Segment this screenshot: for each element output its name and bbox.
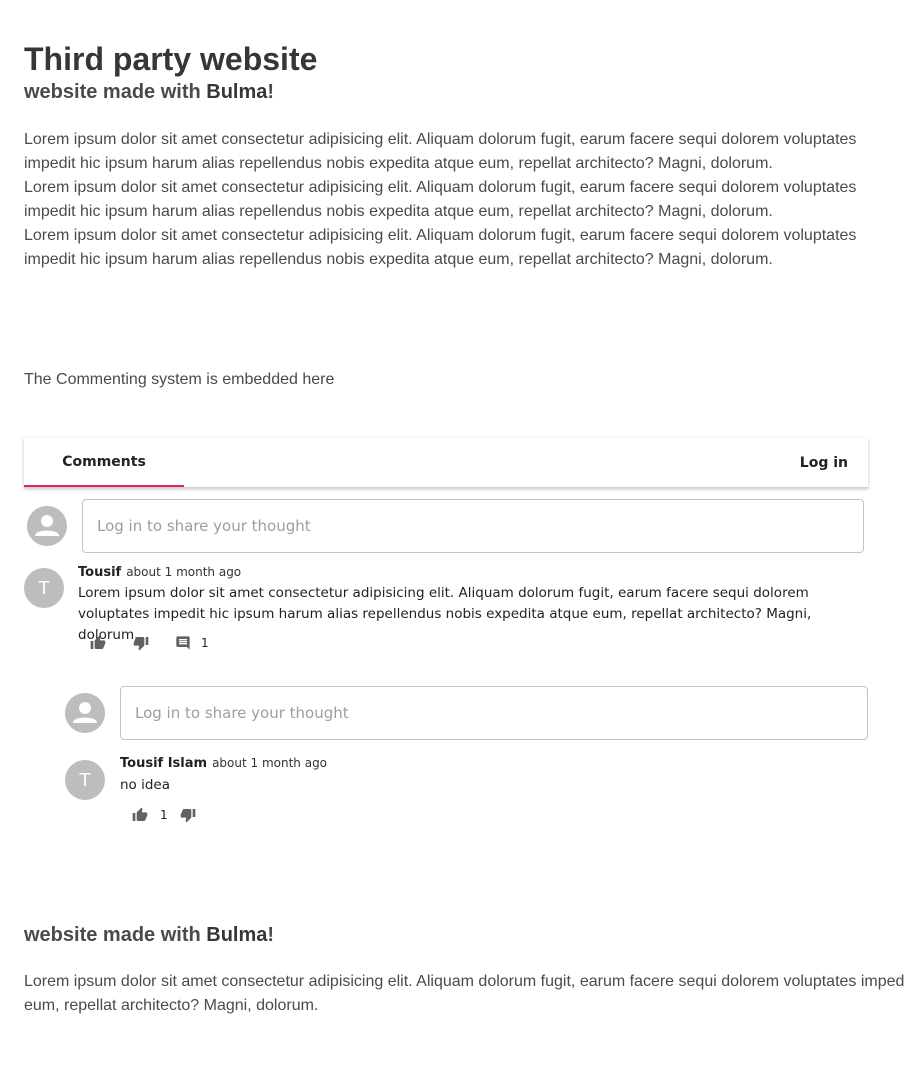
page-subtitle: website made with Bulma! bbox=[24, 79, 274, 105]
footer-subtitle-brand: Bulma bbox=[206, 924, 268, 946]
intro-text: Lorem ipsum dolor sit amet consectetur a… bbox=[24, 128, 874, 272]
intro-paragraph: Lorem ipsum dolor sit amet consectetur a… bbox=[24, 131, 857, 172]
reply-author: Tousif Islam about 1 month ago bbox=[120, 756, 327, 771]
comment-actions: 1 bbox=[90, 635, 209, 651]
reply-author-name[interactable]: Tousif Islam bbox=[120, 756, 207, 771]
embed-note: The Commenting system is embedded here bbox=[24, 371, 335, 388]
intro-paragraph: Lorem ipsum dolor sit amet consectetur a… bbox=[24, 227, 857, 268]
comment-author: Tousif about 1 month ago bbox=[78, 565, 241, 580]
reply-input-field[interactable] bbox=[121, 687, 867, 739]
subtitle-brand: Bulma bbox=[206, 81, 268, 103]
comment-timestamp: about 1 month ago bbox=[126, 565, 242, 579]
comment-widget: Comments Log in T Tousif about 1 month ag… bbox=[24, 438, 868, 823]
footer-subtitle-suffix: ! bbox=[267, 924, 275, 946]
subtitle-suffix: ! bbox=[267, 81, 275, 103]
reply-timestamp: about 1 month ago bbox=[212, 756, 328, 770]
user-avatar-icon bbox=[27, 506, 67, 546]
comment-avatar: T bbox=[24, 568, 64, 608]
footer-text-line: eum, repellat architecto? Magni, dolorum… bbox=[24, 997, 319, 1014]
like-count: 1 bbox=[160, 808, 168, 822]
footer-subtitle: website made with Bulma! bbox=[24, 922, 274, 948]
reply-input[interactable] bbox=[120, 686, 868, 740]
reply-avatar: T bbox=[65, 760, 105, 800]
footer-subtitle-prefix: website made with bbox=[24, 924, 207, 946]
comment-author-name[interactable]: Tousif bbox=[78, 565, 121, 580]
intro-paragraph: Lorem ipsum dolor sit amet consectetur a… bbox=[24, 179, 857, 220]
user-avatar-icon bbox=[65, 693, 105, 733]
login-button[interactable]: Log in bbox=[800, 438, 848, 487]
comment-input[interactable] bbox=[82, 499, 864, 553]
tab-comments[interactable]: Comments bbox=[24, 438, 184, 487]
footer-text-line: Lorem ipsum dolor sit amet consectetur a… bbox=[24, 973, 905, 990]
thumb-up-icon[interactable] bbox=[132, 807, 148, 823]
page-title: Third party website bbox=[24, 41, 318, 77]
reply-body: no idea bbox=[120, 777, 171, 793]
comment-tabbar: Comments Log in bbox=[24, 438, 868, 488]
reply-count: 1 bbox=[201, 636, 209, 650]
thumb-down-icon[interactable] bbox=[180, 807, 196, 823]
thumb-down-icon[interactable] bbox=[133, 635, 149, 651]
thumb-up-icon[interactable] bbox=[90, 635, 106, 651]
subtitle-prefix: website made with bbox=[24, 81, 207, 103]
footer-text: Lorem ipsum dolor sit amet consectetur a… bbox=[24, 970, 913, 1018]
reply-actions: 1 bbox=[132, 807, 196, 823]
comment-icon[interactable] bbox=[175, 635, 191, 651]
comment-input-field[interactable] bbox=[83, 500, 863, 552]
